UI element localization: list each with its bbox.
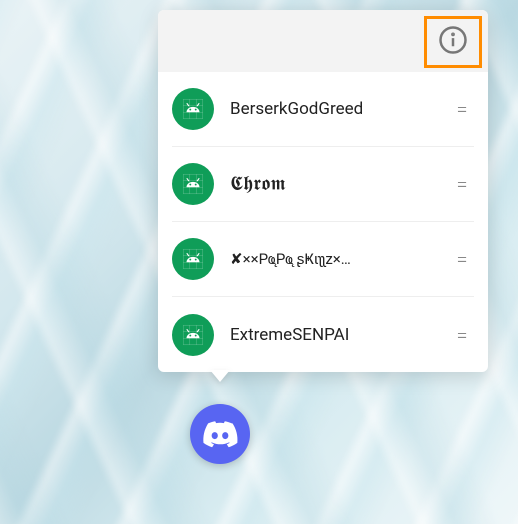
avatar (172, 314, 214, 356)
notification-popup: BerserkGodGreed = 𝕮𝖍𝖗𝖔𝖒 = (158, 10, 488, 372)
info-icon[interactable] (438, 25, 468, 59)
android-icon (180, 96, 206, 122)
avatar (172, 88, 214, 130)
list-item[interactable]: ✘××Pҩ̨Pҩ̨ ʂҜιʅʅz×… = (172, 222, 474, 297)
info-button-highlight (424, 16, 482, 68)
username-label: BerserkGodGreed (214, 99, 450, 119)
username-label: ✘××Pҩ̨Pҩ̨ ʂҜιʅʅz×… (214, 250, 450, 268)
avatar (172, 238, 214, 280)
android-icon (180, 246, 206, 272)
drag-handle-icon[interactable]: = (450, 97, 474, 121)
popup-header (158, 10, 488, 72)
list-item[interactable]: ExtremeSENPAI = (172, 297, 474, 372)
drag-handle-icon[interactable]: = (450, 172, 474, 196)
list-item[interactable]: BerserkGodGreed = (172, 72, 474, 147)
popup-tail (210, 370, 230, 382)
avatar (172, 163, 214, 205)
discord-app-icon[interactable] (190, 404, 250, 464)
android-icon (180, 322, 206, 348)
user-list: BerserkGodGreed = 𝕮𝖍𝖗𝖔𝖒 = (158, 72, 488, 372)
drag-handle-icon[interactable]: = (450, 323, 474, 347)
username-label: ExtremeSENPAI (214, 325, 450, 345)
android-icon (180, 171, 206, 197)
drag-handle-icon[interactable]: = (450, 247, 474, 271)
list-item[interactable]: 𝕮𝖍𝖗𝖔𝖒 = (172, 147, 474, 222)
username-label: 𝕮𝖍𝖗𝖔𝖒 (214, 173, 450, 196)
discord-icon (201, 415, 239, 453)
